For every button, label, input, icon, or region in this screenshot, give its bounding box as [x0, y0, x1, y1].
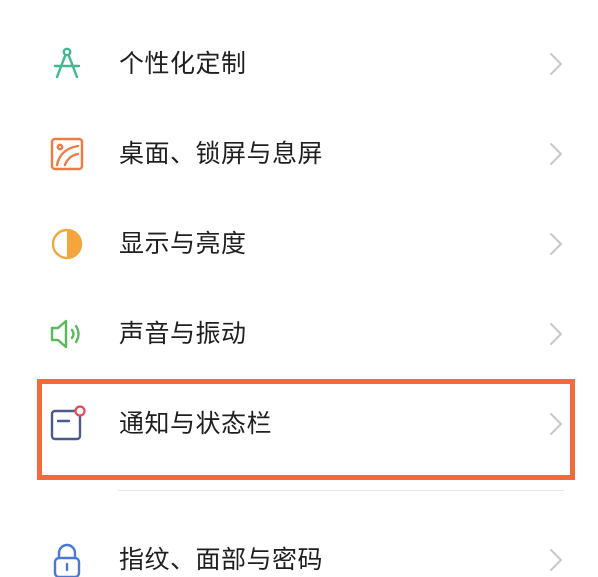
section-divider	[118, 490, 564, 491]
settings-item-label: 指纹、面部与密码	[119, 545, 324, 574]
settings-screen: 个性化定制 桌面、锁屏与息屏 显示与亮度 声音与振动 通知与状态栏 指纹、面部与…	[0, 0, 598, 577]
settings-item-notifications-statusbar[interactable]: 通知与状态栏	[0, 379, 598, 469]
chevron-right-icon	[545, 232, 567, 256]
wallpaper-icon	[47, 134, 87, 174]
brightness-icon	[47, 224, 87, 264]
settings-item-label: 显示与亮度	[119, 229, 247, 258]
chevron-right-icon	[545, 548, 567, 572]
speaker-icon	[47, 314, 87, 354]
chevron-right-icon	[545, 52, 567, 76]
settings-item-desktop-lockscreen[interactable]: 桌面、锁屏与息屏	[0, 109, 598, 199]
chevron-right-icon	[545, 142, 567, 166]
settings-item-fingerprint-face-password[interactable]: 指纹、面部与密码	[0, 515, 598, 577]
settings-item-personalization[interactable]: 个性化定制	[0, 19, 598, 109]
settings-item-sound-vibration[interactable]: 声音与振动	[0, 289, 598, 379]
settings-item-label: 声音与振动	[119, 319, 247, 348]
notification-icon	[47, 404, 87, 444]
settings-item-label: 个性化定制	[119, 49, 247, 78]
settings-item-label: 桌面、锁屏与息屏	[119, 139, 324, 168]
chevron-right-icon	[545, 412, 567, 436]
compass-icon	[47, 44, 87, 84]
lock-icon	[47, 540, 87, 577]
settings-item-label: 通知与状态栏	[119, 409, 273, 438]
chevron-right-icon	[545, 322, 567, 346]
settings-item-display-brightness[interactable]: 显示与亮度	[0, 199, 598, 289]
